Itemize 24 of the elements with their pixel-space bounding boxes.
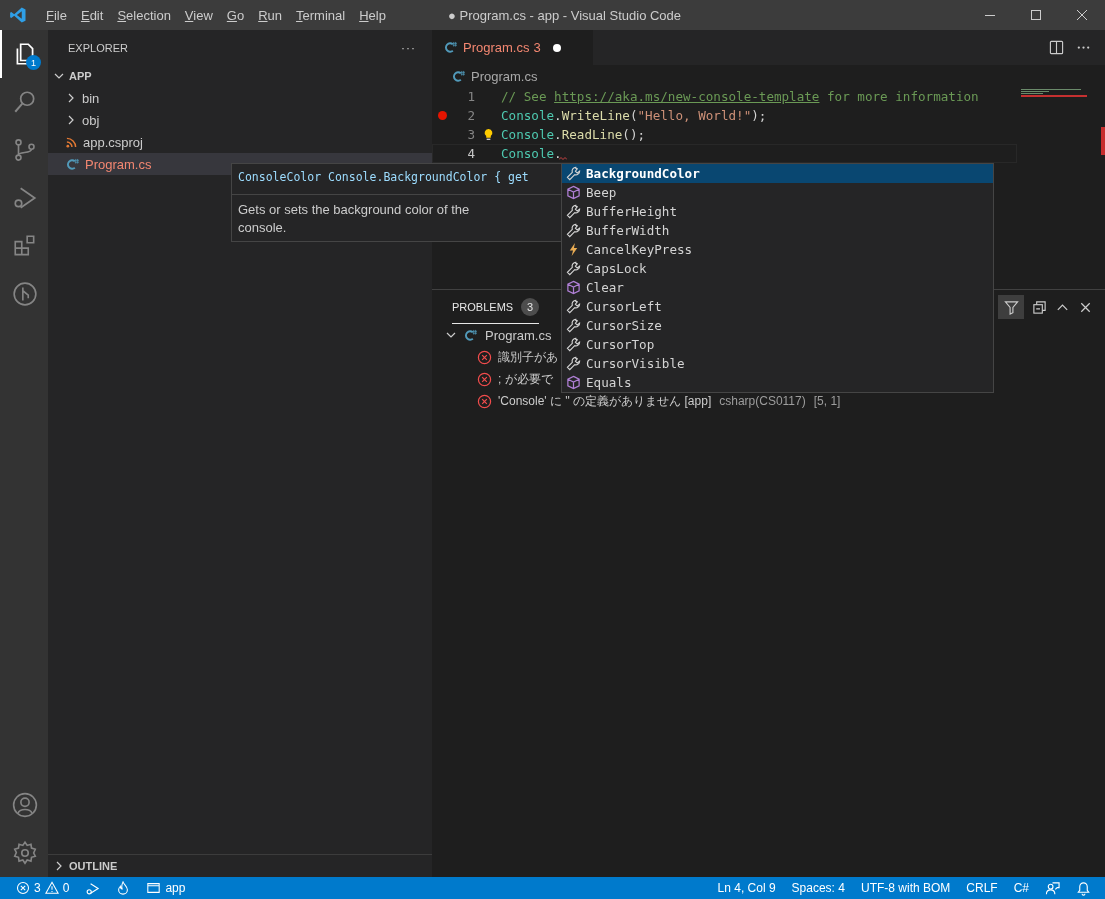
line-number: 4	[466, 146, 475, 161]
code-punctuation: ();	[622, 127, 646, 142]
class-name: Console	[501, 108, 555, 123]
problem-position: [5, 1]	[813, 394, 841, 408]
problem-source: csharp(CS0117)	[719, 394, 806, 408]
method-name: ReadLine	[561, 127, 623, 142]
line-number: 2	[466, 108, 475, 123]
string-literal: "Hello, World!"	[637, 108, 752, 123]
sidebar-title: EXPLORER	[68, 41, 128, 54]
code-punctuation: );	[751, 108, 767, 123]
code-comment: // See	[501, 89, 548, 104]
notification-badge: 1	[26, 55, 41, 70]
class-name: Console	[501, 146, 555, 161]
code-punctuation: .	[554, 127, 562, 142]
code-comment: for more information	[826, 89, 979, 104]
code-punctuation: .	[554, 146, 562, 161]
line-number: 1	[466, 89, 475, 104]
method-name: WriteLine	[561, 108, 630, 123]
code-punctuation: (	[629, 108, 638, 123]
class-name: Console	[501, 127, 555, 142]
code-punctuation: .	[554, 108, 562, 123]
window-title: ● Program.cs - app - Visual Studio Code	[448, 7, 682, 23]
line-number: 3	[466, 127, 475, 142]
hover-description: Gets or sets the background color of the console.	[238, 201, 471, 237]
